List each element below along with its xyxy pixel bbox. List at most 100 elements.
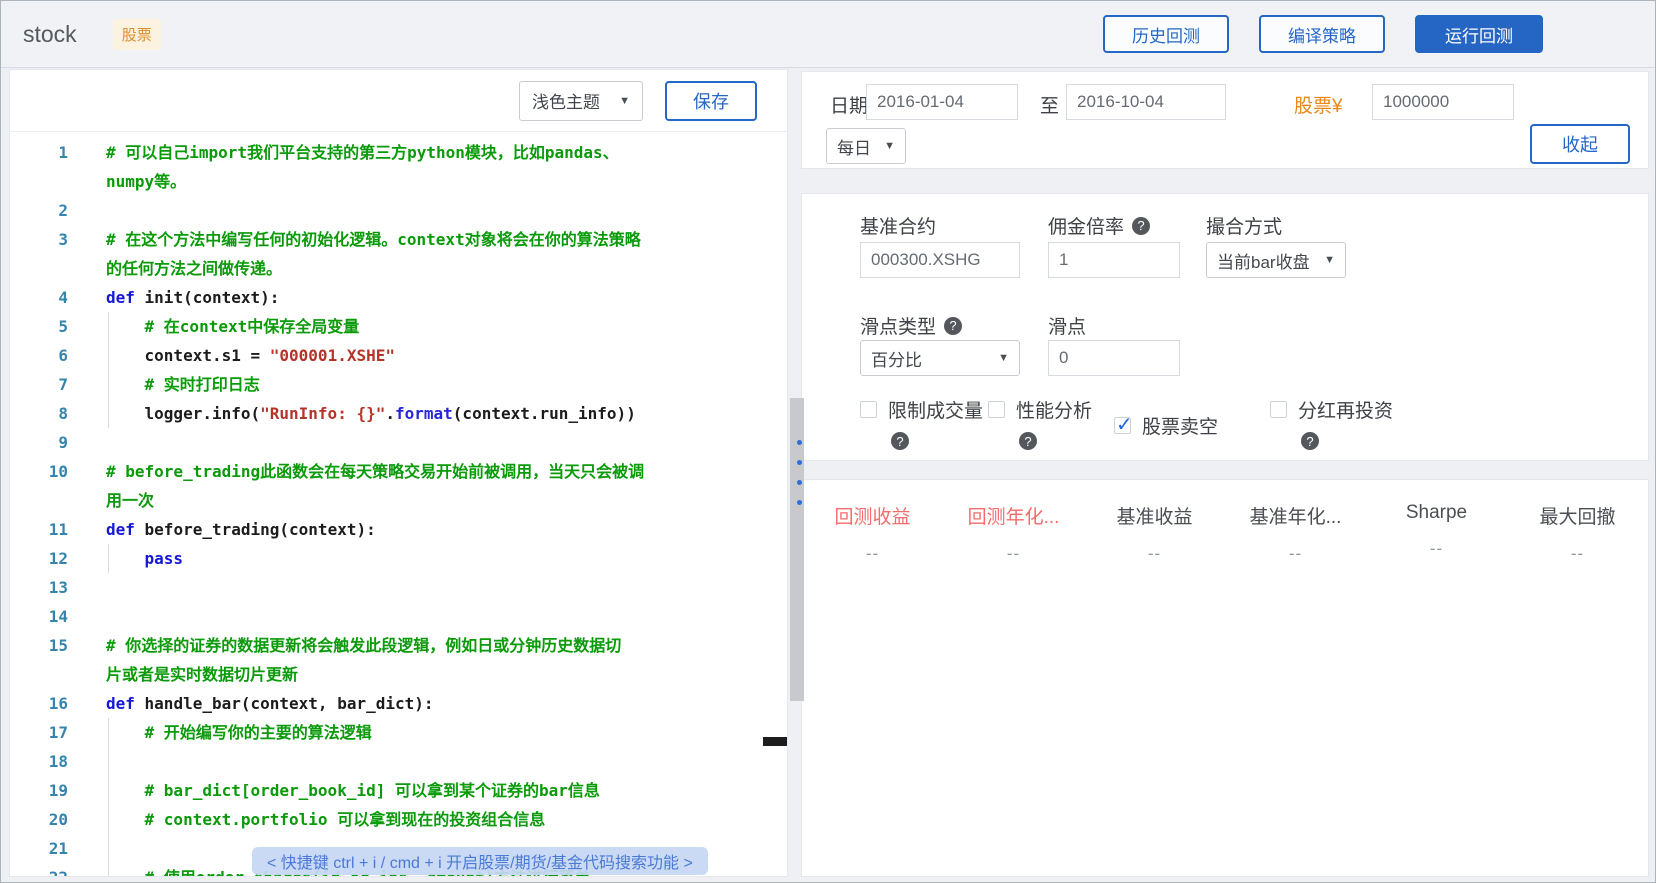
result-column-header: 基准年化... — [1225, 502, 1366, 529]
result-column-value: -- — [1225, 544, 1366, 564]
code-line: 8 logger.info("RunInfo: {}".format(conte… — [10, 399, 787, 428]
panel-drag-handle[interactable] — [797, 425, 802, 520]
result-column: 基准年化... -- — [1225, 502, 1366, 564]
line-number: 13 — [10, 573, 68, 602]
code-text: # before_trading此函数会在每天策略交易开始前被调用，当天只会被调… — [106, 457, 787, 515]
code-line: 1# 可以自己import我们平台支持的第三方python模块，比如pandas… — [10, 138, 787, 196]
line-number: 15 — [10, 631, 68, 689]
code-line: 4 def init(context): — [10, 283, 787, 312]
chevron-down-icon: ▼ — [619, 95, 630, 107]
checkbox-unchecked[interactable] — [860, 401, 877, 418]
benchmark-input[interactable] — [860, 242, 1020, 278]
code-line: 13​ — [10, 573, 787, 602]
code-line: 2​ — [10, 196, 787, 225]
theme-select[interactable]: 浅色主题 ▼ — [519, 81, 643, 121]
checkbox-item: 限制成交量? — [860, 396, 983, 451]
line-number: 4 — [10, 283, 68, 312]
compile-strategy-button[interactable]: 编译策略 — [1259, 15, 1385, 53]
result-column: 基准收益 -- — [1084, 502, 1225, 564]
date-to-input[interactable] — [1066, 84, 1226, 120]
checkbox-row[interactable]: 分红再投资 — [1270, 396, 1393, 423]
checkbox-row[interactable]: 性能分析 — [988, 396, 1092, 423]
chevron-down-icon: ▼ — [884, 140, 895, 152]
checkbox-checked[interactable]: ✓ — [1114, 417, 1131, 434]
line-number: 12 — [10, 544, 68, 573]
collapse-button[interactable]: 收起 — [1530, 124, 1630, 164]
help-icon[interactable]: ? — [1301, 432, 1319, 450]
slippage-type-select-value: 百分比 — [871, 346, 922, 371]
code-line: 6 context.s1 = "000001.XSHE" — [10, 341, 787, 370]
code-line: 18​ — [10, 747, 787, 776]
commission-input[interactable] — [1048, 242, 1180, 278]
code-text: logger.info("RunInfo: {}".format(context… — [106, 399, 787, 428]
line-number: 1 — [10, 138, 68, 196]
results-table: 回测收益--回测年化...--基准收益--基准年化...--Sharpe--最大… — [802, 480, 1648, 564]
chevron-down-icon: ▼ — [998, 352, 1009, 364]
checkbox-unchecked[interactable] — [988, 401, 1005, 418]
checkbox-item: ✓股票卖空 — [1114, 412, 1218, 439]
code-line: 3 # 在这个方法中编写任何的初始化逻辑。context对象将会在你的算法策略 的… — [10, 225, 787, 283]
checkbox-row[interactable]: ✓股票卖空 — [1114, 412, 1218, 439]
code-text: def init(context): — [106, 283, 787, 312]
page-title: stock — [23, 21, 77, 48]
date-from-input[interactable] — [866, 84, 1018, 120]
date-label: 日期 — [830, 91, 868, 118]
checkbox-unchecked[interactable] — [1270, 401, 1287, 418]
code-text: # 开始编写你的主要的算法逻辑 — [106, 718, 787, 747]
slippage-input[interactable] — [1048, 340, 1180, 376]
line-number: 10 — [10, 457, 68, 515]
code-line: 11def before_trading(context): — [10, 515, 787, 544]
code-text: ​ — [106, 602, 787, 631]
code-text: def before_trading(context): — [106, 515, 787, 544]
line-number: 3 — [10, 225, 68, 283]
line-number: 2 — [10, 196, 68, 225]
help-icon[interactable]: ? — [1019, 432, 1037, 450]
checkbox-row[interactable]: 限制成交量 — [860, 396, 983, 423]
code-line: 17 # 开始编写你的主要的算法逻辑 — [10, 718, 787, 747]
code-line: 12 pass — [10, 544, 787, 573]
checkbox-item: 分红再投资? — [1270, 396, 1393, 451]
top-bar: stock 股票 历史回测编译策略运行回测 — [1, 1, 1655, 68]
result-column-header: 回测年化... — [943, 502, 1084, 529]
checkbox-item: 性能分析? — [988, 396, 1092, 451]
benchmark-label: 基准合约 — [860, 212, 936, 239]
code-editor[interactable]: 1# 可以自己import我们平台支持的第三方python模块，比如pandas… — [10, 132, 787, 877]
code-line: 10 # before_trading此函数会在每天策略交易开始前被调用，当天只会… — [10, 457, 787, 515]
frequency-select[interactable]: 每日 ▼ — [826, 128, 906, 164]
code-line: 16def handle_bar(context, bar_dict): — [10, 689, 787, 718]
code-text: # bar_dict[order_book_id] 可以拿到某个证券的bar信息 — [106, 776, 787, 805]
code-line: 7 # 实时打印日志 — [10, 370, 787, 399]
line-number: 20 — [10, 805, 68, 834]
code-text: # 在这个方法中编写任何的初始化逻辑。context对象将会在你的算法策略 的任… — [106, 225, 787, 283]
result-column-value: -- — [1084, 544, 1225, 564]
backtest-app: stock 股票 历史回测编译策略运行回测 浅色主题 ▼ 保存 1# 可以自己i… — [0, 0, 1656, 883]
checkbox-label: 分红再投资 — [1298, 396, 1393, 423]
to-label: 至 — [1040, 91, 1059, 118]
code-text: ​ — [106, 428, 787, 457]
code-line: 5 # 在context中保存全局变量 — [10, 312, 787, 341]
help-icon[interactable]: ? — [891, 432, 909, 450]
result-column-header: 基准收益 — [1084, 502, 1225, 529]
history-backtest-button[interactable]: 历史回测 — [1103, 15, 1229, 53]
backtest-range-section: 日期 至 股票¥ 每日 ▼ 收起 — [801, 71, 1649, 169]
save-button[interactable]: 保存 — [665, 81, 757, 121]
help-icon[interactable]: ? — [944, 317, 962, 335]
help-icon[interactable]: ? — [1132, 217, 1150, 235]
line-number: 21 — [10, 834, 68, 863]
results-section: 回测收益--回测年化...--基准收益--基准年化...--Sharpe--最大… — [801, 479, 1649, 877]
matching-select[interactable]: 当前bar收盘 ▼ — [1206, 242, 1346, 278]
line-number: 7 — [10, 370, 68, 399]
result-column-value: -- — [1507, 544, 1648, 564]
slippage-type-select[interactable]: 百分比 ▼ — [860, 340, 1020, 376]
cash-input[interactable] — [1372, 84, 1514, 120]
line-number: 19 — [10, 776, 68, 805]
run-backtest-button[interactable]: 运行回测 — [1415, 15, 1543, 53]
result-column-header: 最大回撤 — [1507, 502, 1648, 529]
code-text: ​ — [106, 196, 787, 225]
shortcut-tooltip: < 快捷键 ctrl + i / cmd + i 开启股票/期货/基金代码搜索功… — [252, 847, 708, 875]
slippage-type-label: 滑点类型 ? — [860, 312, 962, 339]
result-column-value: -- — [802, 544, 943, 564]
line-number: 14 — [10, 602, 68, 631]
matching-select-value: 当前bar收盘 — [1217, 248, 1310, 273]
code-line: 19 # bar_dict[order_book_id] 可以拿到某个证券的ba… — [10, 776, 787, 805]
